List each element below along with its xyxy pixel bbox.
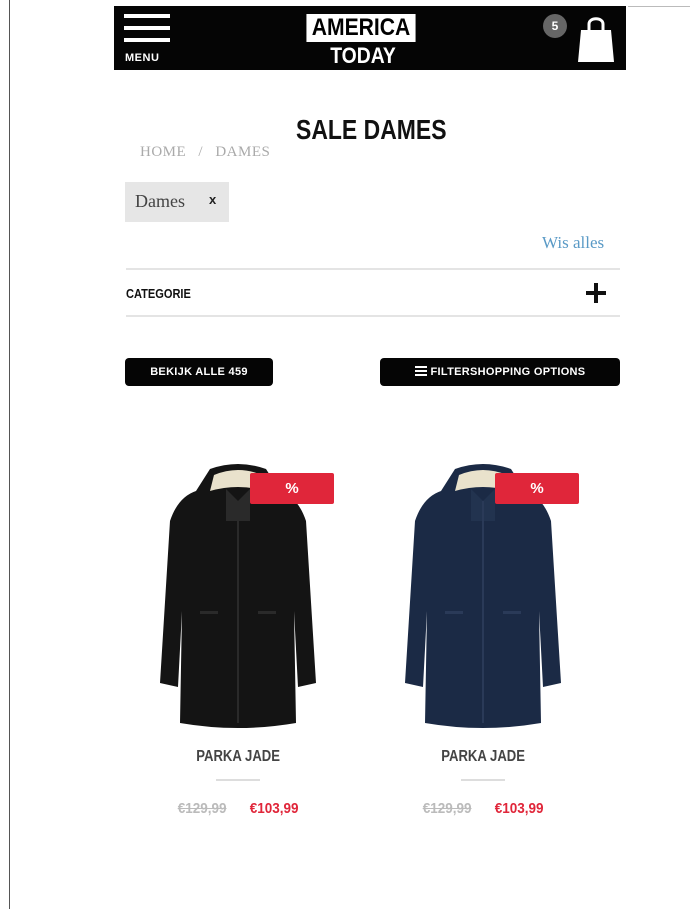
breadcrumb-separator: / (198, 144, 204, 160)
menu-icon (124, 14, 170, 18)
product-card[interactable]: % PARKA JADE €129,99 €103,99 (373, 455, 593, 835)
filter-options-label: FILTERSHOPPING OPTIONS (430, 366, 586, 378)
list-icon (414, 366, 427, 376)
clear-all-link[interactable]: Wis alles (542, 233, 604, 253)
product-card[interactable]: % PARKA JADE €129,99 €103,99 (128, 455, 348, 835)
divider (126, 315, 620, 317)
old-price: €129,99 (177, 800, 227, 817)
sale-price: €103,99 (249, 800, 299, 817)
category-label: CATEGORIE (126, 286, 191, 301)
menu-button[interactable]: MENU (122, 12, 174, 66)
price-row: €129,99 €103,99 (373, 800, 593, 817)
divider (216, 779, 260, 781)
logo-line-2: TODAY (330, 43, 396, 68)
product-name[interactable]: PARKA JADE (373, 748, 593, 766)
sale-badge: % (495, 473, 579, 504)
breadcrumb: HOME / DAMES (140, 144, 270, 161)
menu-label: MENU (125, 52, 160, 64)
product-name[interactable]: PARKA JADE (128, 748, 348, 766)
window-border-top (628, 6, 690, 7)
active-filter-label: Dames (135, 191, 185, 211)
breadcrumb-home[interactable]: HOME (140, 144, 186, 160)
window-border (9, 0, 10, 909)
sale-price: €103,99 (494, 800, 544, 817)
shopping-bag-icon[interactable] (576, 14, 616, 64)
old-price: €129,99 (422, 800, 472, 817)
filter-options-button[interactable]: FILTERSHOPPING OPTIONS (380, 358, 620, 386)
divider (126, 268, 620, 270)
plus-icon (586, 283, 606, 303)
active-filter-chip: Dames x (125, 182, 229, 222)
brand-logo[interactable]: AMERICA TODAY (299, 14, 423, 69)
category-filter-toggle[interactable]: CATEGORIE (126, 271, 620, 315)
page-title: SALE DAMES (296, 114, 447, 145)
price-row: €129,99 €103,99 (128, 800, 348, 817)
view-all-button[interactable]: BEKIJK ALLE 459 (125, 358, 273, 386)
cart-count-badge: 5 (543, 14, 567, 38)
site-header: MENU AMERICA TODAY 5 (114, 6, 626, 70)
breadcrumb-current[interactable]: DAMES (215, 144, 270, 160)
sale-badge: % (250, 473, 334, 504)
logo-line-1: AMERICA (306, 14, 416, 42)
remove-filter-icon[interactable]: x (209, 192, 216, 207)
divider (461, 779, 505, 781)
